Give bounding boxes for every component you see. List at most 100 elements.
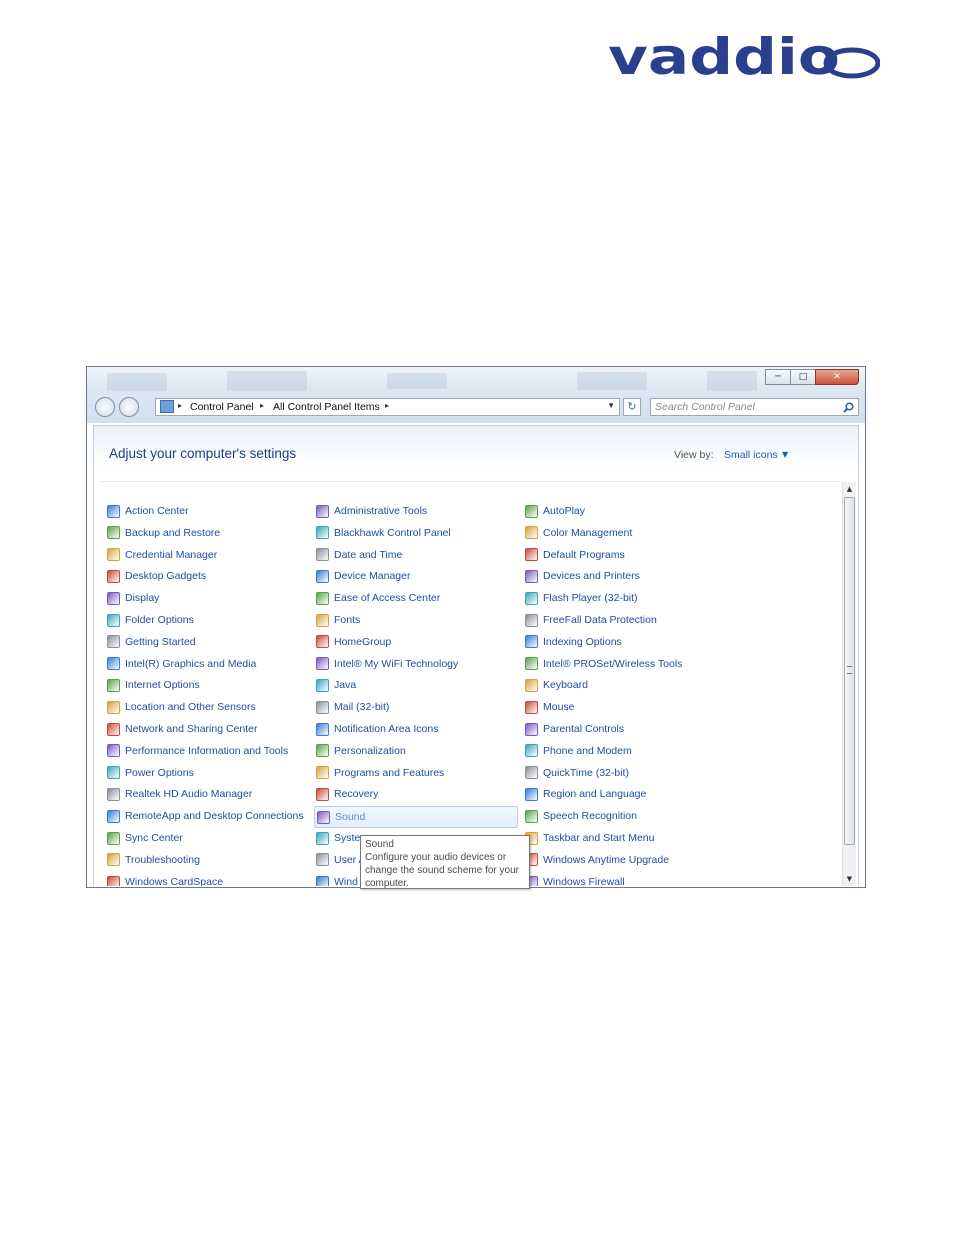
control-panel-item[interactable]: RemoteApp and Desktop Connections <box>107 806 304 826</box>
control-panel-item[interactable]: Sound <box>314 806 518 829</box>
item-label: Intel® PROSet/Wireless Tools <box>543 657 683 670</box>
control-panel-item[interactable]: Parental Controls <box>525 719 624 739</box>
control-panel-item[interactable]: Phone and Modem <box>525 741 632 761</box>
control-panel-item[interactable]: Date and Time <box>316 545 402 565</box>
item-label: Backup and Restore <box>125 526 221 539</box>
control-panel-item[interactable]: Location and Other Sensors <box>107 697 256 717</box>
control-panel-item[interactable]: Mail (32-bit) <box>316 697 389 717</box>
control-panel-item[interactable]: Syste <box>316 828 360 848</box>
search-box <box>650 398 859 416</box>
control-panel-item[interactable]: Action Center <box>107 501 189 521</box>
autoplay-icon <box>525 504 538 518</box>
item-label: Network and Sharing Center <box>125 723 258 735</box>
search-input[interactable] <box>653 400 837 414</box>
control-panel-item[interactable]: Getting Started <box>107 632 196 652</box>
breadcrumb-all-items[interactable]: All Control Panel Items <box>273 401 380 413</box>
control-panel-item[interactable]: Desktop Gadgets <box>107 566 206 586</box>
breadcrumb-arrow-icon: ▸ <box>260 401 265 410</box>
control-panel-item[interactable]: Folder Options <box>107 610 194 630</box>
search-icon[interactable] <box>843 402 854 413</box>
control-panel-item[interactable]: Backup and Restore <box>107 523 220 543</box>
item-label: Internet Options <box>125 679 200 692</box>
control-panel-item[interactable]: Internet Options <box>107 675 200 695</box>
control-panel-item[interactable]: Personalization <box>316 741 406 761</box>
control-panel-item[interactable]: HomeGroup <box>316 632 391 652</box>
control-panel-item[interactable]: Indexing Options <box>525 632 622 652</box>
scroll-down-arrow-icon[interactable]: ▼ <box>843 872 856 886</box>
sensor-icon <box>107 700 120 714</box>
default-programs-icon <box>525 548 538 562</box>
tooltip-title: Sound <box>365 839 394 850</box>
view-by-dropdown[interactable]: Small icons <box>724 449 778 461</box>
control-panel-item[interactable]: Sync Center <box>107 828 183 848</box>
control-panel-item[interactable]: Blackhawk Control Panel <box>316 523 451 543</box>
item-label: RemoteApp and Desktop Connections <box>125 810 304 823</box>
control-panel-item[interactable]: Performance Information and Tools <box>107 741 288 761</box>
control-panel-item[interactable]: Display <box>107 588 159 608</box>
control-panel-item[interactable]: AutoPlay <box>525 501 585 521</box>
control-panel-item[interactable]: Ease of Access Center <box>316 588 440 608</box>
control-panel-item[interactable]: Speech Recognition <box>525 806 637 826</box>
gadgets-icon <box>107 569 120 583</box>
control-panel-item[interactable]: Keyboard <box>525 675 588 695</box>
control-panel-item[interactable]: Device Manager <box>316 566 410 586</box>
control-panel-item[interactable]: Taskbar and Start Menu <box>525 828 654 848</box>
control-panel-item[interactable]: Flash Player (32-bit) <box>525 588 638 608</box>
control-panel-item[interactable]: Network and Sharing Center <box>107 719 258 739</box>
maximize-button[interactable]: □ <box>790 369 816 385</box>
minimize-button[interactable]: ─ <box>765 369 791 385</box>
control-panel-item[interactable]: Recovery <box>316 784 378 804</box>
control-panel-item[interactable]: FreeFall Data Protection <box>525 610 657 630</box>
control-panel-item[interactable]: QuickTime (32-bit) <box>525 763 629 783</box>
item-label: Folder Options <box>125 614 194 626</box>
realtek-icon <box>107 787 120 801</box>
control-panel-item[interactable]: Programs and Features <box>316 763 444 783</box>
control-panel-item[interactable]: Intel® PROSet/Wireless Tools <box>525 654 682 674</box>
item-label: Wind <box>334 875 358 886</box>
item-label: Parental Controls <box>543 723 625 735</box>
item-label: FreeFall Data Protection <box>543 614 657 626</box>
control-panel-item[interactable]: Color Management <box>525 523 632 543</box>
control-panel-item[interactable]: Windows Firewall <box>525 872 625 886</box>
java-icon <box>316 678 329 692</box>
control-panel-item[interactable]: Realtek HD Audio Manager <box>107 784 252 804</box>
control-panel-item[interactable]: Intel® My WiFi Technology <box>316 654 458 674</box>
control-panel-item[interactable]: Administrative Tools <box>316 501 427 521</box>
item-label: Windows CardSpace <box>125 875 224 886</box>
scrollbar[interactable]: ▲ ▼ <box>842 482 856 886</box>
back-button[interactable] <box>95 397 115 417</box>
divider <box>100 481 840 482</box>
item-label: QuickTime (32-bit) <box>543 766 629 779</box>
control-panel-item[interactable]: Region and Language <box>525 784 646 804</box>
control-panel-item[interactable]: Power Options <box>107 763 194 783</box>
view-by-label: View by: <box>674 449 714 461</box>
scroll-up-arrow-icon[interactable]: ▲ <box>843 482 856 496</box>
control-panel-item[interactable]: Wind <box>316 872 358 886</box>
refresh-button[interactable]: ↻ <box>623 398 641 416</box>
control-panel-item[interactable]: Default Programs <box>525 545 625 565</box>
control-panel-item[interactable]: Devices and Printers <box>525 566 640 586</box>
sync-icon <box>107 831 120 845</box>
control-panel-item[interactable]: Credential Manager <box>107 545 217 565</box>
scrollbar-thumb[interactable] <box>844 497 855 845</box>
grip-icon <box>847 666 852 674</box>
item-label: Phone and Modem <box>543 744 632 757</box>
control-panel-item[interactable]: Troubleshooting <box>107 850 200 870</box>
control-panel-item[interactable]: Notification Area Icons <box>316 719 438 739</box>
item-label: Administrative Tools <box>334 505 428 517</box>
control-panel-item[interactable]: User A <box>316 850 366 870</box>
control-panel-item[interactable]: Java <box>316 675 356 695</box>
forward-button[interactable] <box>119 397 139 417</box>
control-panel-item[interactable]: Mouse <box>525 697 575 717</box>
control-panel-item[interactable]: Fonts <box>316 610 360 630</box>
cardspace-icon <box>107 875 120 886</box>
control-panel-item[interactable]: Windows CardSpace <box>107 872 223 886</box>
dropdown-arrow-icon[interactable]: ▼ <box>607 401 615 410</box>
chevron-down-icon[interactable]: ▼ <box>782 450 788 459</box>
breadcrumb-control-panel[interactable]: Control Panel <box>190 401 254 413</box>
control-panel-item[interactable]: Intel(R) Graphics and Media <box>107 654 256 674</box>
vaddio-logo: vaddio <box>608 32 880 82</box>
close-button[interactable]: ✕ <box>815 369 859 385</box>
control-panel-item[interactable]: Windows Anytime Upgrade <box>525 850 669 870</box>
address-bar[interactable]: ▸ Control Panel ▸ All Control Panel Item… <box>155 398 620 416</box>
